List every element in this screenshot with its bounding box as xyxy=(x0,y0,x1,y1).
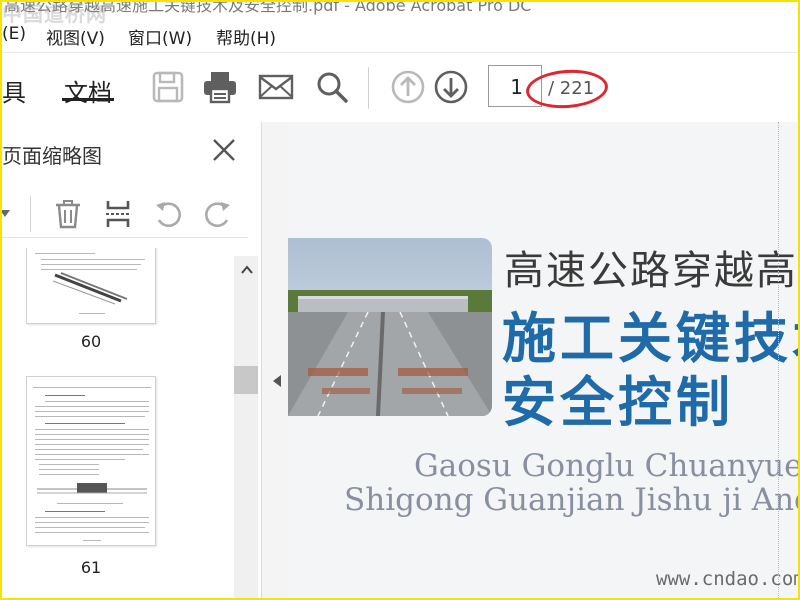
tools-separator xyxy=(30,196,31,232)
cover-pinyin-line2: Shigong Guanjian Jishu ji Anquan xyxy=(344,482,800,518)
tab-tools[interactable]: 具 xyxy=(2,73,26,108)
rotate-left-icon[interactable] xyxy=(152,198,184,230)
print-icon[interactable] xyxy=(202,69,238,105)
thumbnail-scrollbar[interactable] xyxy=(234,256,258,600)
crop-icon[interactable] xyxy=(102,198,134,230)
panel-title: 页面缩略图 xyxy=(2,144,102,168)
collapse-left-icon[interactable] xyxy=(272,374,282,388)
site-watermark: 中国道桥网 xyxy=(2,2,107,26)
prev-page-icon[interactable] xyxy=(390,69,426,105)
thumbnail-list: 60 61 xyxy=(0,248,248,600)
close-icon[interactable] xyxy=(210,136,238,164)
cover-title-line3: 安全控制 xyxy=(502,371,734,434)
thumbnail-figure xyxy=(52,272,128,305)
thumbnail-label-60: 60 xyxy=(80,332,102,351)
toolbar-separator xyxy=(368,67,369,109)
toolbar: 具 文档 1 / 221 xyxy=(0,52,800,122)
thumbnail-toolbar xyxy=(0,190,248,238)
dropdown-icon[interactable] xyxy=(0,198,24,230)
email-icon[interactable] xyxy=(258,69,294,105)
thumbnail-label-61: 61 xyxy=(80,558,102,577)
page-thumbnails-panel: 页面缩略图 60 61 xyxy=(0,122,262,600)
cover-pinyin-line1: Gaosu Gonglu Chuanyue Ga xyxy=(414,448,800,484)
menu-view[interactable]: 视图(V) xyxy=(46,24,105,49)
document-page: 高速公路穿越高速 施工关键技术 安全控制 Gaosu Gonglu Chuany… xyxy=(288,122,800,600)
next-page-icon[interactable] xyxy=(433,69,469,105)
menu-bar: (E) 视图(V) 窗口(W) 帮助(H) xyxy=(0,22,800,50)
tab-document[interactable]: 文档 xyxy=(64,73,112,108)
panel-collapse-strip[interactable] xyxy=(262,122,288,600)
menu-edit[interactable]: (E) xyxy=(2,24,26,44)
cover-title-line1: 高速公路穿越高速 xyxy=(504,248,800,294)
page-thumbnail-60[interactable] xyxy=(26,248,156,324)
delete-icon[interactable] xyxy=(52,198,84,230)
thumbnail-figure xyxy=(37,483,147,494)
title-bar: 高速公路穿越高速施工关键技术及安全控制.pdf - Adobe Acrobat … xyxy=(0,0,800,18)
menu-window[interactable]: 窗口(W) xyxy=(128,24,192,49)
page-thumbnail-61[interactable] xyxy=(26,376,156,546)
scroll-up-icon[interactable] xyxy=(240,264,254,276)
menu-help[interactable]: 帮助(H) xyxy=(216,24,276,49)
document-view[interactable]: 高速公路穿越高速 施工关键技术 安全控制 Gaosu Gonglu Chuany… xyxy=(288,122,800,600)
tab-document-underline xyxy=(62,98,114,101)
page-edge xyxy=(778,122,779,600)
scrollbar-thumb[interactable] xyxy=(234,366,258,394)
cover-highway-photo xyxy=(288,238,492,416)
rotate-right-icon[interactable] xyxy=(202,198,234,230)
save-icon[interactable] xyxy=(150,69,186,105)
search-icon[interactable] xyxy=(314,69,350,105)
